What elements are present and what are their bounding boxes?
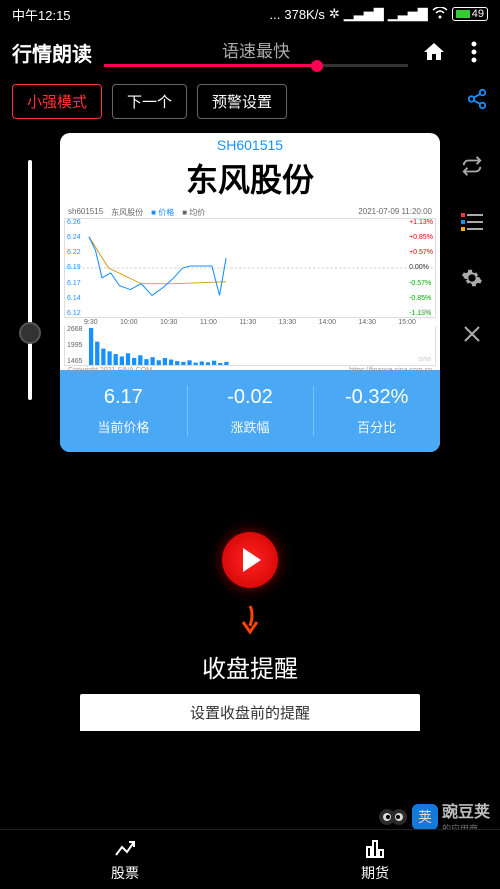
stats-row: 6.17 当前价格 -0.02 涨跌幅 -0.32% 百分比 — [60, 370, 440, 452]
chart-line-icon — [113, 837, 137, 861]
reminder-title: 收盘提醒 — [0, 649, 500, 684]
next-button[interactable]: 下一个 — [112, 84, 187, 119]
stock-name: 东风股份 — [60, 153, 440, 205]
nav-stock[interactable]: 股票 — [0, 830, 250, 889]
play-button[interactable] — [222, 532, 278, 588]
share-icon[interactable] — [466, 88, 488, 115]
list-icon[interactable] — [456, 206, 488, 238]
repeat-icon[interactable] — [456, 150, 488, 182]
battery-icon: 49 — [452, 7, 488, 21]
mode-row: 小强模式 下一个 预警设置 — [0, 76, 500, 127]
status-bar: 中午12:15 ... 378K/s ✲ ▁▃▅▇ ▁▃▅▇ 49 — [0, 0, 500, 28]
play-icon — [243, 548, 261, 572]
net-speed: 378K/s — [284, 7, 324, 22]
signal-icon: ▁▃▅▇ — [344, 6, 384, 22]
speed-slider[interactable]: 语速最快 — [104, 37, 408, 67]
gear-icon[interactable] — [456, 262, 488, 294]
home-icon[interactable] — [420, 38, 448, 66]
stat-price: 6.17 当前价格 — [60, 370, 187, 452]
wifi-icon — [432, 7, 448, 22]
menu-dots-icon[interactable] — [460, 38, 488, 66]
stock-card: SH601515 东风股份 sh601515 东风股份 ■ 价格 ■ 均价 20… — [60, 133, 440, 452]
reminder-setting-button[interactable]: 设置收盘前的提醒 — [80, 694, 420, 731]
stat-percent: -0.32% 百分比 — [313, 370, 440, 452]
close-icon[interactable] — [456, 318, 488, 350]
arrow-down-icon — [0, 604, 500, 645]
mascot-icon — [378, 804, 408, 830]
wandoujia-icon: 荚 — [412, 804, 438, 830]
price-chart: sh601515 东风股份 ■ 价格 ■ 均价 2021-07-09 11:20… — [60, 205, 440, 370]
chart-bar-icon — [363, 837, 387, 861]
app-title: 行情朗读 — [12, 38, 92, 67]
bluetooth-icon: ✲ — [329, 6, 340, 22]
mode-xiaoqiang-button[interactable]: 小强模式 — [12, 84, 102, 119]
nav-futures[interactable]: 期货 — [250, 830, 500, 889]
stock-code: SH601515 — [60, 133, 440, 153]
signal-icon-2: ▁▃▅▇ — [388, 6, 428, 22]
bottom-nav: 股票 期货 — [0, 829, 500, 889]
status-time: 中午12:15 — [12, 5, 71, 24]
stat-change: -0.02 涨跌幅 — [187, 370, 314, 452]
app-header: 行情朗读 语速最快 — [0, 28, 500, 76]
alert-settings-button[interactable]: 预警设置 — [197, 84, 287, 119]
